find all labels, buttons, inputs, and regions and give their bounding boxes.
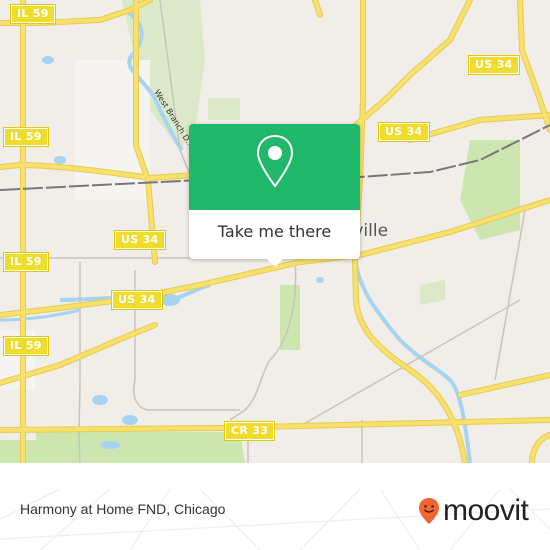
location-popup: Take me there (189, 124, 360, 267)
popup-pointer (267, 259, 283, 267)
take-me-there-button[interactable]: Take me there (189, 210, 360, 259)
pond (54, 156, 66, 164)
pond (160, 294, 180, 306)
popup-header (189, 124, 360, 210)
moovit-wordmark: moovit (443, 494, 529, 527)
park-area (208, 98, 240, 120)
location-title: Harmony at Home FND, Chicago (20, 501, 226, 517)
pond (42, 56, 54, 64)
map-canvas[interactable]: IL 59 IL 59 IL 59 IL 59 US 34 US 34 US 3… (0, 0, 550, 463)
road-shield-us34: US 34 (468, 55, 520, 75)
road-shield-il59: IL 59 (3, 252, 49, 272)
minor-road (301, 299, 521, 426)
pond (316, 277, 324, 283)
road-shield-us34: US 34 (111, 290, 163, 310)
moovit-logo[interactable]: moovit (418, 494, 529, 528)
minor-road (494, 209, 526, 381)
footer-bar: Harmony at Home FND, Chicago moovit (0, 489, 550, 550)
pond (100, 441, 120, 449)
minor-road (78, 262, 81, 463)
road-shield-il59: IL 59 (3, 336, 49, 356)
road-shield-il59: IL 59 (10, 4, 56, 24)
park-area (420, 280, 445, 305)
location-pin-icon (256, 134, 293, 188)
road-shield-us34: US 34 (114, 230, 166, 250)
pond (92, 395, 108, 405)
road-shield-cr33: CR 33 (223, 421, 276, 441)
road-shield-us34: US 34 (378, 122, 430, 142)
pond (122, 415, 138, 425)
moovit-pin-smile-icon (419, 498, 439, 524)
park-area (36, 432, 245, 463)
road-shield-il59: IL 59 (3, 127, 49, 147)
